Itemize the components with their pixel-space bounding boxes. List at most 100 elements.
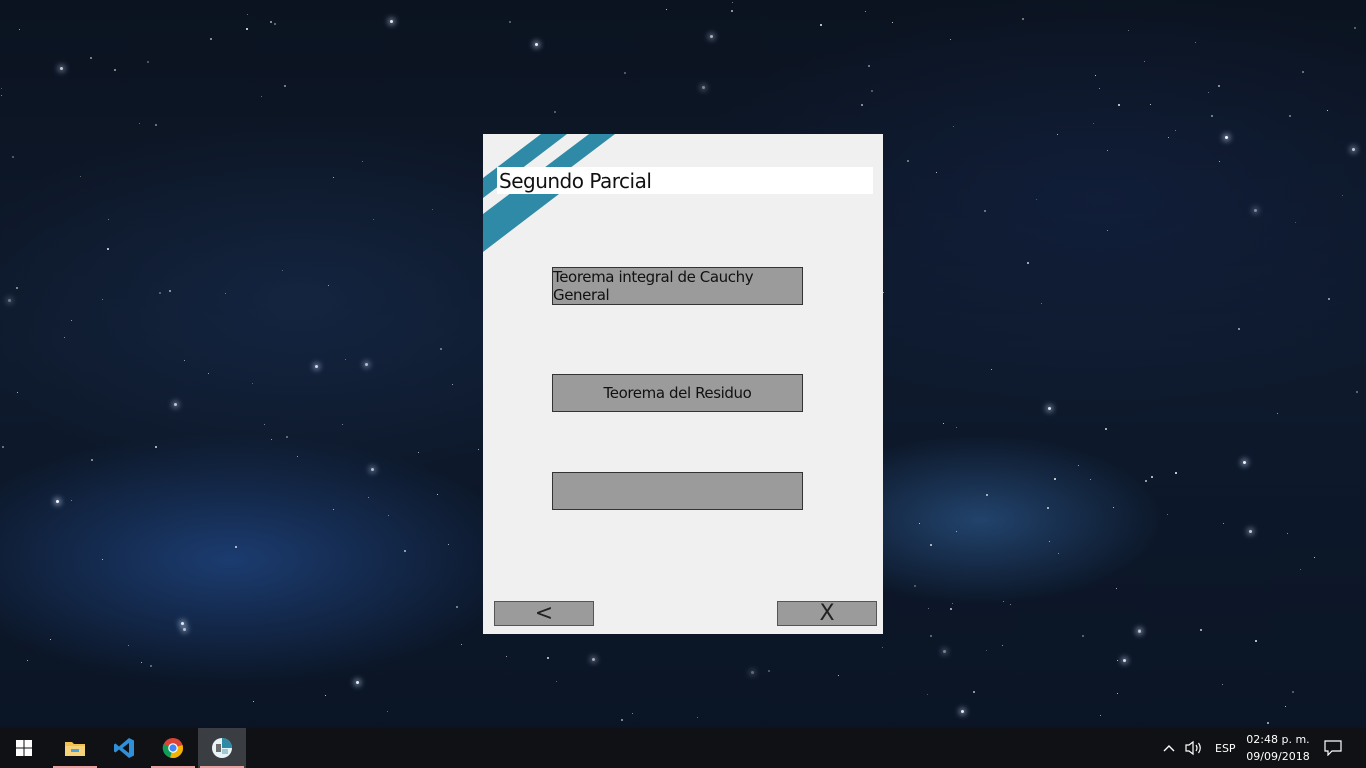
star xyxy=(80,176,81,177)
star xyxy=(882,647,883,648)
star xyxy=(19,29,20,30)
star xyxy=(1219,161,1220,162)
cauchy-theorem-button[interactable]: Teorema integral de Cauchy General xyxy=(552,267,803,305)
chrome-icon xyxy=(162,738,183,758)
star xyxy=(984,210,986,212)
close-button[interactable]: X xyxy=(777,601,877,626)
star xyxy=(1144,61,1145,62)
star xyxy=(1200,629,1202,631)
star xyxy=(768,670,770,672)
action-center-button[interactable] xyxy=(1324,728,1342,768)
star xyxy=(184,360,185,361)
star xyxy=(60,67,63,70)
star xyxy=(592,658,595,661)
star xyxy=(271,439,272,440)
star xyxy=(953,126,954,127)
star xyxy=(246,28,248,30)
star xyxy=(1107,230,1108,231)
star xyxy=(225,293,226,294)
tray-chevron[interactable] xyxy=(1162,728,1176,768)
start-button[interactable] xyxy=(0,728,48,768)
star xyxy=(868,65,870,67)
star xyxy=(183,628,186,631)
star xyxy=(1082,635,1084,637)
star xyxy=(328,285,329,286)
star xyxy=(731,10,733,12)
star xyxy=(27,660,28,661)
star xyxy=(1254,209,1257,212)
star xyxy=(1099,88,1100,89)
star xyxy=(365,363,368,366)
star xyxy=(2,446,4,448)
star xyxy=(1342,195,1343,196)
volume-control[interactable] xyxy=(1185,728,1205,768)
star xyxy=(461,644,462,645)
star xyxy=(1003,601,1004,602)
star xyxy=(1010,604,1011,605)
star xyxy=(1300,569,1301,570)
star xyxy=(621,719,623,721)
star xyxy=(666,9,667,10)
taskbar: ESP 02:48 p. m. 09/09/2018 xyxy=(0,728,1366,768)
star xyxy=(1195,42,1196,43)
star xyxy=(1117,693,1118,694)
star xyxy=(1356,391,1358,393)
star xyxy=(986,650,987,651)
star xyxy=(16,287,18,289)
star xyxy=(325,695,326,696)
star xyxy=(440,348,442,350)
taskbar-chrome[interactable] xyxy=(149,728,197,768)
language-indicator[interactable]: ESP xyxy=(1215,728,1236,768)
clock[interactable]: 02:48 p. m. 09/09/2018 xyxy=(1238,731,1318,765)
star xyxy=(943,650,946,653)
star xyxy=(1352,148,1355,151)
star xyxy=(1138,630,1141,633)
star xyxy=(390,20,393,23)
star xyxy=(1168,137,1169,138)
star xyxy=(1314,557,1315,558)
taskbar-vscode[interactable] xyxy=(100,728,148,768)
star xyxy=(919,523,920,524)
star xyxy=(1113,507,1114,508)
star xyxy=(456,606,458,608)
star xyxy=(284,85,286,87)
star xyxy=(247,14,248,15)
star xyxy=(437,494,438,495)
star xyxy=(1151,476,1153,478)
star xyxy=(333,177,334,178)
star xyxy=(12,156,14,158)
star xyxy=(141,662,142,663)
star xyxy=(914,585,916,587)
taskbar-file-explorer[interactable] xyxy=(51,728,99,768)
star xyxy=(71,320,72,321)
star xyxy=(1105,428,1107,430)
star xyxy=(751,671,754,674)
taskbar-app[interactable] xyxy=(198,728,246,768)
star xyxy=(952,603,953,604)
star xyxy=(261,96,262,97)
star xyxy=(865,11,866,12)
empty-option-button[interactable] xyxy=(552,472,803,510)
residue-theorem-button[interactable]: Teorema del Residuo xyxy=(552,374,803,412)
star xyxy=(1100,715,1101,716)
star xyxy=(432,209,433,210)
star xyxy=(697,717,698,718)
star xyxy=(956,531,957,532)
star xyxy=(102,559,103,560)
star xyxy=(1123,659,1126,662)
speaker-icon xyxy=(1185,740,1201,756)
star xyxy=(282,270,283,271)
star xyxy=(8,299,11,302)
star xyxy=(1175,130,1176,131)
star xyxy=(956,427,957,428)
star xyxy=(986,494,988,496)
star xyxy=(871,90,873,92)
star xyxy=(174,403,177,406)
chevron-up-icon xyxy=(1163,745,1175,752)
back-button[interactable]: < xyxy=(494,601,594,626)
star xyxy=(71,500,72,501)
app-icon xyxy=(212,738,232,758)
star xyxy=(356,681,359,684)
star xyxy=(169,290,171,292)
star xyxy=(368,497,369,498)
